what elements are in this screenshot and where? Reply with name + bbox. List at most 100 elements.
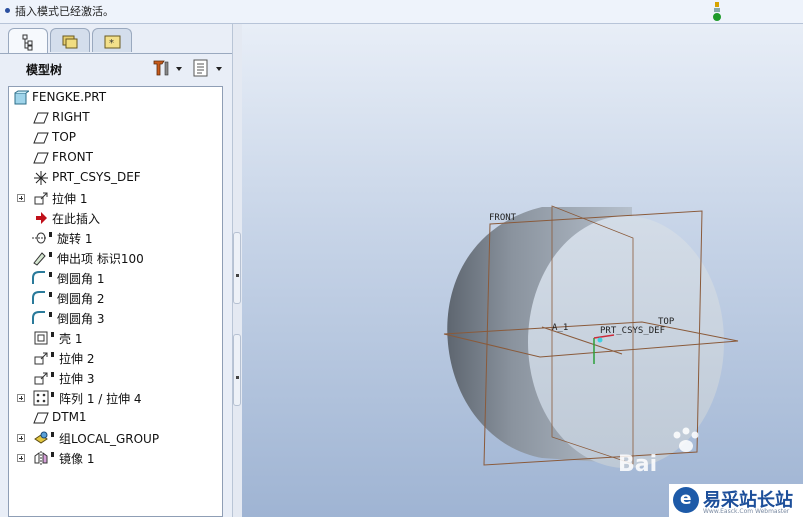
flag-icon (51, 392, 54, 397)
navigator-panel: * 模型树 FENGKE.PRT RIGHT TOP FRONT PRT_CSY… (0, 24, 232, 517)
tree-item-label: RIGHT (52, 110, 90, 124)
settings-tools-icon[interactable] (151, 58, 185, 78)
tree-item-round-1[interactable]: 倒圆角 1 (9, 268, 222, 288)
svg-text:*: * (109, 38, 114, 49)
front-plane-label: FRONT (489, 213, 517, 223)
tree-item-round-3[interactable]: 倒圆角 3 (9, 308, 222, 328)
status-message: 插入模式已经激活。 (15, 5, 114, 18)
flag-icon (49, 252, 52, 257)
expand-toggle[interactable] (17, 194, 25, 202)
round-icon (32, 291, 45, 304)
tree-title: 模型树 (26, 63, 63, 77)
splitter-grip[interactable] (233, 232, 241, 304)
tab-folder-browser[interactable] (50, 28, 90, 52)
tree-item-label: PRT_CSYS_DEF (52, 170, 141, 184)
tree-header: 模型树 (0, 54, 232, 82)
tree-item-round-2[interactable]: 倒圆角 2 (9, 288, 222, 308)
site-logo-icon (673, 487, 699, 513)
tree-item-label: 拉伸 3 (59, 372, 95, 386)
tab-favorites[interactable]: * (92, 28, 132, 52)
tree-item-label: FRONT (52, 150, 93, 164)
splitter-grip[interactable] (233, 334, 241, 406)
protrusion-icon (33, 252, 46, 266)
extrude-icon (34, 352, 48, 365)
flag-icon (51, 332, 54, 337)
tree-item-local-group[interactable]: 组LOCAL_GROUP (9, 428, 222, 448)
tree-item-extrude-1[interactable]: 拉伸 1 (9, 188, 222, 208)
tab-model-tree[interactable] (8, 28, 48, 54)
round-icon (32, 271, 45, 284)
tree-item-csys[interactable]: PRT_CSYS_DEF (9, 168, 222, 188)
graphics-viewport[interactable]: FRONT TOP A_1 PRT_CSYS_DEF Bai (242, 24, 803, 517)
flag-icon (49, 232, 52, 237)
pattern-icon (33, 390, 49, 406)
tree-item-revolve-1[interactable]: 旋转 1 (9, 228, 222, 248)
tree-item-insert-here[interactable]: 在此插入 (9, 208, 222, 228)
cylinder-front-face[interactable] (528, 216, 724, 468)
regen-status-light-icon[interactable] (712, 2, 722, 22)
part-icon (14, 90, 29, 105)
model-view[interactable]: FRONT TOP A_1 PRT_CSYS_DEF Bai (242, 24, 803, 517)
csys-icon (34, 171, 48, 185)
tree-item-mirror-1[interactable]: 镜像 1 (9, 448, 222, 468)
round-icon (32, 311, 45, 324)
tree-item-label: TOP (52, 130, 77, 144)
watermark-subtext: Www.Easck.Com Webmaster (703, 508, 790, 515)
baidu-watermark: Bai (618, 452, 657, 477)
revolve-icon (32, 232, 46, 244)
expand-toggle[interactable] (17, 434, 25, 442)
shell-icon (34, 331, 48, 345)
tree-item-dtm1[interactable]: DTM1 (9, 408, 222, 428)
model-tree: FENGKE.PRT RIGHT TOP FRONT PRT_CSYS_DEF … (8, 86, 223, 517)
tree-item-label: 倒圆角 3 (57, 312, 105, 326)
tree-item-root[interactable]: FENGKE.PRT (9, 88, 222, 108)
flag-icon (51, 372, 54, 377)
tree-filter-icon[interactable] (191, 58, 225, 78)
tree-item-extrude-3[interactable]: 拉伸 3 (9, 368, 222, 388)
tree-item-label: 组LOCAL_GROUP (59, 432, 160, 446)
group-icon (34, 431, 48, 444)
datum-plane-icon (33, 132, 49, 144)
tree-item-label: 在此插入 (52, 212, 101, 226)
flag-icon (51, 352, 54, 357)
expand-toggle[interactable] (17, 394, 25, 402)
tree-item-label: 拉伸 2 (59, 352, 95, 366)
bullet-icon (5, 8, 10, 13)
mirror-icon (34, 451, 48, 465)
tree-item-protrusion[interactable]: 伸出项 标识100 (9, 248, 222, 268)
extrude-icon (34, 372, 48, 385)
csys-label: PRT_CSYS_DEF (600, 326, 665, 336)
csys-origin (597, 337, 603, 343)
tree-item-label: 伸出项 标识100 (57, 252, 144, 266)
splitter-dot-icon (236, 274, 239, 277)
tree-item-pattern-1[interactable]: 阵列 1 / 拉伸 4 (9, 388, 222, 408)
datum-plane-icon (33, 412, 49, 424)
datum-plane-icon (33, 152, 49, 164)
tree-item-top[interactable]: TOP (9, 128, 222, 148)
flag-icon (51, 432, 54, 437)
tree-item-extrude-2[interactable]: 拉伸 2 (9, 348, 222, 368)
insert-here-arrow-icon (36, 212, 47, 224)
tree-item-label: 拉伸 1 (52, 192, 88, 206)
tree-item-label: FENGKE.PRT (32, 90, 107, 104)
flag-icon (49, 292, 52, 297)
folder-browser-icon (62, 35, 78, 49)
datum-plane-icon (33, 112, 49, 124)
favorites-icon: * (104, 35, 121, 49)
tree-item-label: 壳 1 (59, 332, 83, 346)
tree-item-right[interactable]: RIGHT (9, 108, 222, 128)
tree-item-shell-1[interactable]: 壳 1 (9, 328, 222, 348)
tree-item-label: DTM1 (52, 410, 87, 424)
axis-label: A_1 (552, 323, 568, 333)
panel-splitter[interactable] (232, 24, 242, 517)
tree-item-front[interactable]: FRONT (9, 148, 222, 168)
tree-item-label: 镜像 1 (59, 452, 95, 466)
flag-icon (51, 452, 54, 457)
site-watermark: 易采站长站 Www.Easck.Com Webmaster (669, 484, 803, 517)
tree-item-label: 倒圆角 1 (57, 272, 105, 286)
tree-item-label: 倒圆角 2 (57, 292, 105, 306)
expand-toggle[interactable] (17, 454, 25, 462)
tree-item-label: 阵列 1 / 拉伸 4 (59, 392, 142, 406)
splitter-dot-icon (236, 376, 239, 379)
message-bar: 插入模式已经激活。 (0, 0, 803, 24)
